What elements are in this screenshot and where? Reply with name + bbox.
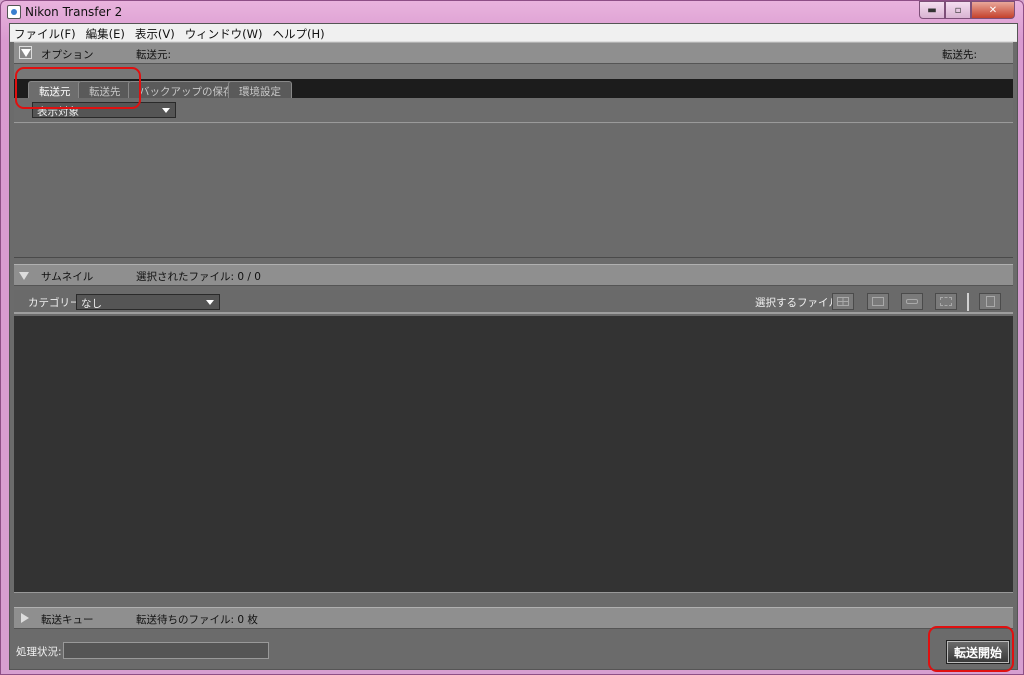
delete-button[interactable] xyxy=(979,293,1001,310)
options-spacer xyxy=(14,64,1013,80)
window-controls: ▬ ▫ ✕ xyxy=(919,1,1015,19)
menu-file[interactable]: ファイル(F) xyxy=(10,24,82,41)
select-files-label: 選択するファイル: xyxy=(755,297,843,309)
progress-field xyxy=(63,642,269,659)
options-header: オプション 転送元: 転送先: xyxy=(14,42,1013,64)
dropdown-arrow-icon xyxy=(162,108,170,113)
deselect-button[interactable] xyxy=(935,293,957,310)
menu-edit[interactable]: 編集(E) xyxy=(82,24,131,41)
app-icon xyxy=(7,5,21,19)
select-protected-button[interactable] xyxy=(901,293,923,310)
trash-icon xyxy=(986,296,995,307)
highlight-tabs-annotation xyxy=(15,67,141,109)
options-panel: 表示対象 xyxy=(14,98,1013,258)
title-bar: Nikon Transfer 2 ▬ ▫ ✕ xyxy=(1,1,1023,23)
close-button[interactable]: ✕ xyxy=(971,1,1015,19)
category-value: なし xyxy=(81,298,102,310)
menu-bar: ファイル(F) 編集(E) 表示(V) ウィンドウ(W) ヘルプ(H) xyxy=(10,24,1017,42)
highlight-start-annotation xyxy=(928,626,1014,672)
wave-icon xyxy=(872,297,884,306)
status-row: 処理状況: 転送開始 xyxy=(10,632,1017,669)
menu-window[interactable]: ウィンドウ(W) xyxy=(181,24,269,41)
thumbnails-toolbar: カテゴリー: なし 選択するファイル: xyxy=(14,290,1013,314)
options-tabbar: 転送元 転送先 バックアップの保存先 環境設定 xyxy=(14,79,1013,98)
app-window: Nikon Transfer 2 ▬ ▫ ✕ ファイル(F) 編集(E) 表示(… xyxy=(0,0,1024,675)
collapse-arrow-icon xyxy=(20,49,31,57)
select-all-button[interactable] xyxy=(832,293,854,310)
status-label: 処理状況: xyxy=(16,646,62,658)
options-content-area xyxy=(14,124,1013,257)
collapse-arrow-icon xyxy=(19,272,29,280)
toolbar-separator xyxy=(967,293,969,311)
dropdown-arrow-icon xyxy=(206,300,214,305)
queue-expand-toggle[interactable] xyxy=(19,613,30,624)
client-area: ファイル(F) 編集(E) 表示(V) ウィンドウ(W) ヘルプ(H) オプショ… xyxy=(9,23,1018,670)
minimize-button[interactable]: ▬ xyxy=(919,1,945,19)
key-icon xyxy=(906,299,918,304)
thumbnail-grid-area xyxy=(14,316,1013,593)
options-label: オプション xyxy=(41,49,94,61)
category-select[interactable]: なし xyxy=(76,294,220,310)
destination-label: 転送先: xyxy=(941,49,977,61)
maximize-button[interactable]: ▫ xyxy=(945,1,971,19)
select-filter-button[interactable] xyxy=(867,293,889,310)
selected-files-count: 選択されたファイル: 0 / 0 xyxy=(136,271,261,283)
options-toolbar: 表示対象 xyxy=(14,98,1013,123)
source-label: 転送元: xyxy=(136,49,172,61)
menu-view[interactable]: 表示(V) xyxy=(131,24,181,41)
tab-preferences[interactable]: 環境設定 xyxy=(228,81,292,98)
menu-help[interactable]: ヘルプ(H) xyxy=(269,24,331,41)
grid-icon xyxy=(837,297,849,306)
thumbnails-collapse-toggle[interactable] xyxy=(19,270,30,281)
thumbnails-label: サムネイル xyxy=(41,271,94,283)
window-title: Nikon Transfer 2 xyxy=(25,5,123,19)
queue-header: 転送キュー 転送待ちのファイル: 0 枚 xyxy=(14,607,1013,629)
queue-label: 転送キュー xyxy=(41,614,94,626)
pending-files-count: 転送待ちのファイル: 0 枚 xyxy=(136,614,258,626)
options-collapse-toggle[interactable] xyxy=(19,46,32,59)
expand-arrow-icon xyxy=(21,613,29,623)
dashed-frame-icon xyxy=(940,297,952,306)
thumbnails-header: サムネイル 選択されたファイル: 0 / 0 xyxy=(14,264,1013,286)
